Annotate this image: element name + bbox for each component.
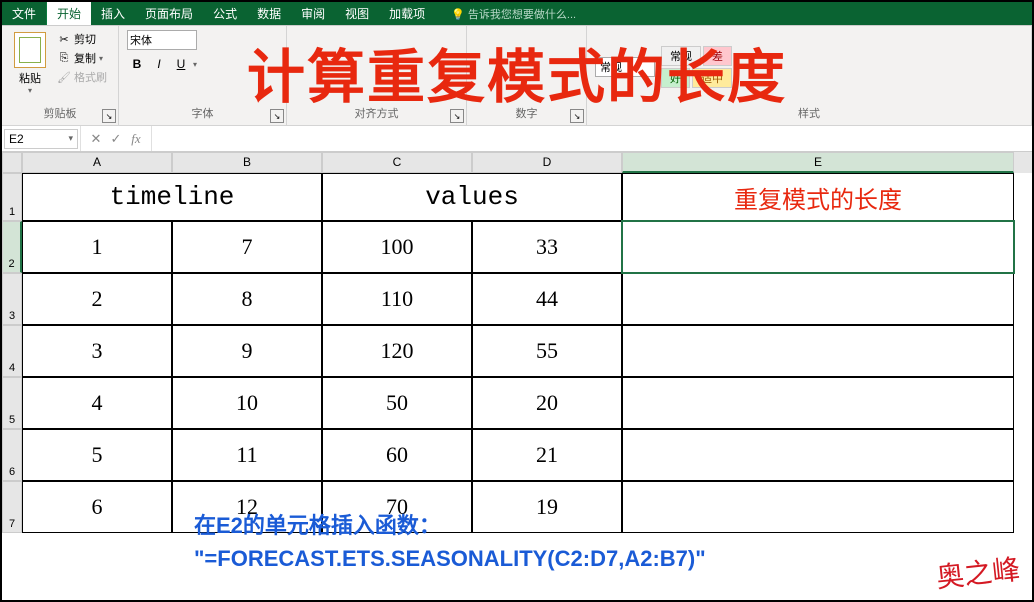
cell-B5[interactable]: 10 (172, 377, 322, 429)
cell-B4[interactable]: 9 (172, 325, 322, 377)
cell-A6[interactable]: 5 (22, 429, 172, 481)
cell-A4[interactable]: 3 (22, 325, 172, 377)
tab-home[interactable]: 开始 (47, 2, 91, 25)
cut-button[interactable]: ✂ 剪切 (54, 30, 110, 48)
cancel-formula-button[interactable]: ✕ (87, 130, 105, 148)
cell-A3[interactable]: 2 (22, 273, 172, 325)
column-header-B[interactable]: B (172, 152, 322, 173)
row-header-7[interactable]: 7 (2, 481, 22, 533)
cell-C1-merged[interactable]: values (322, 173, 622, 221)
cell-C7[interactable]: 70 (322, 481, 472, 533)
cell-B3[interactable]: 8 (172, 273, 322, 325)
cell-B2[interactable]: 7 (172, 221, 322, 273)
cell-A7[interactable]: 6 (22, 481, 172, 533)
paste-button[interactable]: 粘贴 ▾ (10, 30, 50, 97)
lightbulb-icon: 💡 (451, 9, 465, 21)
cell-D4[interactable]: 55 (472, 325, 622, 377)
row-header-1[interactable]: 1 (2, 173, 22, 221)
insert-function-button[interactable]: fx (127, 130, 145, 148)
row-header-3[interactable]: 3 (2, 273, 22, 325)
tab-formulas[interactable]: 公式 (203, 2, 247, 25)
enter-formula-button[interactable]: ✓ (107, 130, 125, 148)
cell-A1-merged[interactable]: timeline (22, 173, 322, 221)
cell-C6[interactable]: 60 (322, 429, 472, 481)
cell-D7[interactable]: 19 (472, 481, 622, 533)
cell-E3[interactable] (622, 273, 1014, 325)
style-bad[interactable]: 差 (703, 46, 732, 66)
format-painter-icon: 🖌 (57, 70, 71, 84)
formula-input[interactable] (152, 137, 1032, 141)
cell-E2[interactable] (622, 221, 1014, 273)
tab-data[interactable]: 数据 (247, 2, 291, 25)
cell-C5[interactable]: 50 (322, 377, 472, 429)
cell-A2[interactable]: 1 (22, 221, 172, 273)
column-header-C[interactable]: C (322, 152, 472, 173)
cell-E7[interactable] (622, 481, 1014, 533)
name-box-dropdown-icon[interactable]: ▾ (68, 133, 73, 144)
cell-B7[interactable]: 12 (172, 481, 322, 533)
row-header-6[interactable]: 6 (2, 429, 22, 481)
cell-C3[interactable]: 110 (322, 273, 472, 325)
cell-C4[interactable]: 120 (322, 325, 472, 377)
row-header-5[interactable]: 5 (2, 377, 22, 429)
ribbon-group-number: 数字 ↘ (467, 26, 587, 125)
cell-D2[interactable]: 33 (472, 221, 622, 273)
italic-button[interactable]: I (149, 54, 169, 74)
style-good[interactable]: 好 (661, 68, 690, 88)
row-header-4[interactable]: 4 (2, 325, 22, 377)
cell-D5[interactable]: 20 (472, 377, 622, 429)
cell-D3[interactable]: 44 (472, 273, 622, 325)
cell-E4[interactable] (622, 325, 1014, 377)
tab-view[interactable]: 视图 (335, 2, 379, 25)
ribbon-group-alignment: 对齐方式 ↘ (287, 26, 467, 125)
underline-button[interactable]: U (171, 54, 191, 74)
cell-D6[interactable]: 21 (472, 429, 622, 481)
tab-review[interactable]: 审阅 (291, 2, 335, 25)
cell-A5[interactable]: 4 (22, 377, 172, 429)
name-box[interactable]: E2 ▾ (4, 129, 78, 149)
alignment-dialog-launcher[interactable]: ↘ (450, 109, 464, 123)
tab-insert[interactable]: 插入 (91, 2, 135, 25)
cell-E5[interactable] (622, 377, 1014, 429)
tab-file[interactable]: 文件 (2, 2, 47, 25)
font-dialog-launcher[interactable]: ↘ (270, 109, 284, 123)
cell-C2[interactable]: 100 (322, 221, 472, 273)
paste-icon (14, 32, 46, 68)
style-neutral[interactable]: 适中 (692, 68, 732, 88)
row-header-2[interactable]: 2 (2, 221, 22, 273)
tab-addins[interactable]: 加载项 (379, 2, 435, 25)
font-name-select[interactable]: 宋体 (127, 30, 197, 50)
cell-E6[interactable] (622, 429, 1014, 481)
style-normal[interactable]: 常规 (661, 46, 701, 66)
tab-page-layout[interactable]: 页面布局 (135, 2, 203, 25)
number-format-select[interactable]: 常规 (595, 57, 655, 77)
ribbon-group-font: 宋体 B I U ▾ 字体 ↘ (119, 26, 287, 125)
scissors-icon: ✂ (57, 32, 71, 46)
cell-B6[interactable]: 11 (172, 429, 322, 481)
ribbon-group-clipboard: 粘贴 ▾ ✂ 剪切 ⎘ 复制 ▾ 🖌 格式刷 剪贴板 ↘ (2, 26, 119, 125)
copy-icon: ⎘ (57, 51, 71, 65)
bold-button[interactable]: B (127, 54, 147, 74)
copy-button[interactable]: ⎘ 复制 ▾ (54, 49, 110, 67)
number-dialog-launcher[interactable]: ↘ (570, 109, 584, 123)
format-painter-button[interactable]: 🖌 格式刷 (54, 68, 110, 86)
column-header-D[interactable]: D (472, 152, 622, 173)
column-header-A[interactable]: A (22, 152, 172, 173)
column-header-E[interactable]: E (622, 152, 1014, 173)
select-all-button[interactable] (2, 152, 22, 173)
tell-me-search[interactable]: 💡 告诉我您想要做什么... (435, 6, 576, 22)
ribbon-group-styles: 常规 常规 差 好 适中 样式 (587, 26, 1032, 125)
clipboard-dialog-launcher[interactable]: ↘ (102, 109, 116, 123)
cell-E1[interactable]: 重复模式的长度 (622, 173, 1014, 221)
